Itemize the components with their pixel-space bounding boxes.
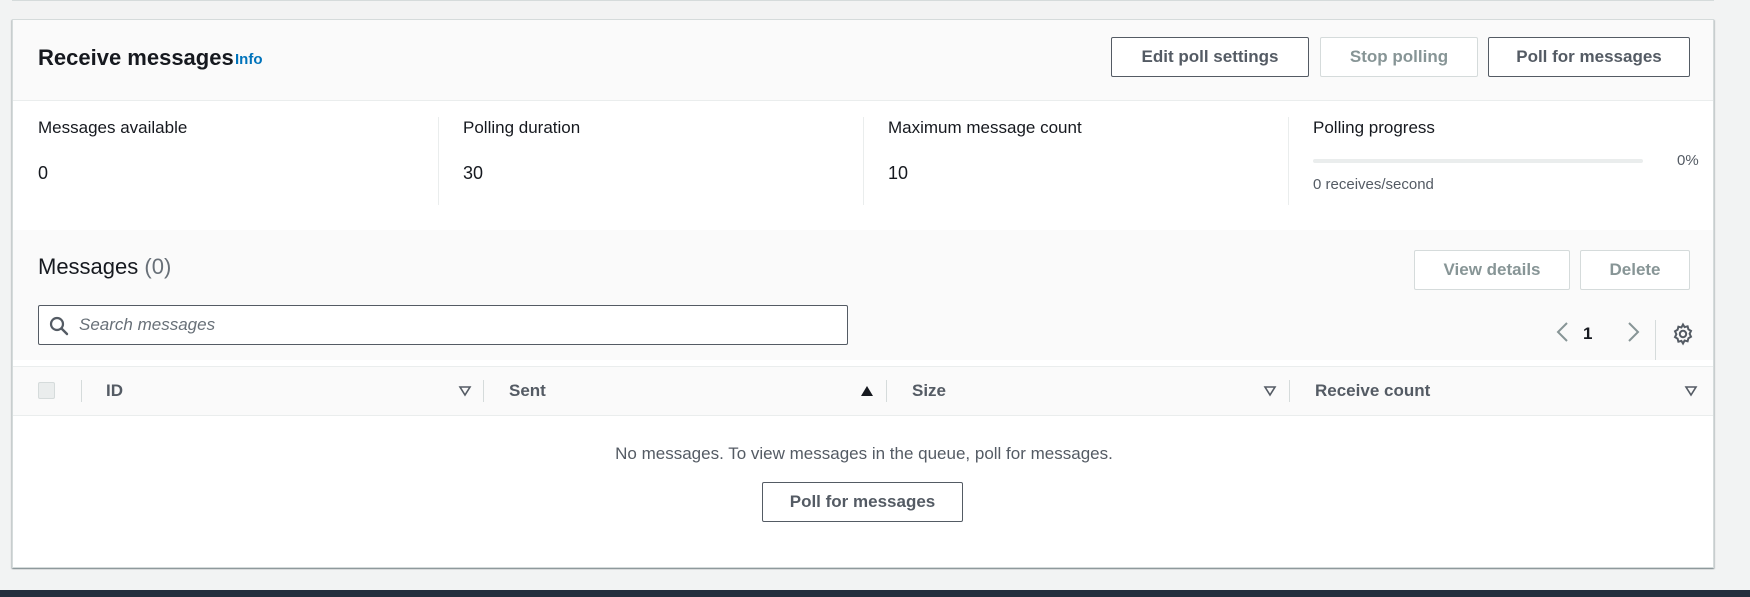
column-header-id[interactable]: ID [106,381,123,401]
caret-down-outline-icon[interactable] [1684,385,1698,397]
stop-polling-button[interactable]: Stop polling [1320,37,1478,77]
caret-down-outline-icon[interactable] [458,385,472,397]
column-header-size[interactable]: Size [912,381,946,401]
messages-title-label: Messages [38,254,139,279]
stat-value: 30 [463,163,484,183]
delete-button[interactable]: Delete [1580,250,1690,290]
polling-progress-bar [1313,159,1643,163]
gear-icon[interactable] [1671,322,1695,346]
stat-label: Maximum message count [888,118,1082,137]
column-header-sent[interactable]: Sent [509,381,546,401]
page-number[interactable]: 1 [1583,324,1592,344]
pager-divider [1655,320,1656,360]
stat-value: 0 [38,163,49,183]
stat-divider [863,117,864,205]
stat-label: Polling duration [463,118,581,137]
column-header-receive-count[interactable]: Receive count [1315,381,1430,401]
view-details-button[interactable]: View details [1414,250,1570,290]
chevron-left-icon[interactable] [1554,321,1572,343]
search-input[interactable] [79,306,839,344]
edit-poll-settings-button[interactable]: Edit poll settings [1111,37,1309,77]
stat-divider [438,117,439,205]
receive-messages-panel: Receive messages Info Edit poll settings… [12,19,1714,568]
caret-up-filled-icon[interactable] [860,385,874,397]
stat-label: Polling progress [1313,118,1435,137]
search-field[interactable] [38,305,848,345]
stat-label: Messages available [38,118,188,137]
info-link[interactable]: Info [235,51,263,68]
stat-divider [1288,117,1289,205]
page-title: Receive messages [38,45,234,70]
polling-progress-percent: 0% [1677,152,1699,169]
empty-state-poll-button[interactable]: Poll for messages [762,482,963,522]
column-divider [81,380,82,402]
column-divider [483,380,484,402]
stat-value: 10 [888,163,909,183]
messages-title: Messages (0) [38,254,171,280]
select-all-checkbox[interactable] [38,382,55,399]
messages-count: (0) [144,254,172,279]
caret-down-outline-icon[interactable] [1263,385,1277,397]
messages-table-header: ID Sent Size Receive count [13,366,1713,416]
footer-bar [0,590,1750,597]
empty-state-text: No messages. To view messages in the que… [615,444,1113,463]
top-divider [12,0,1714,1]
chevron-right-icon[interactable] [1624,321,1642,343]
poll-for-messages-button[interactable]: Poll for messages [1488,37,1690,77]
receive-messages-header: Receive messages Info Edit poll settings… [13,20,1713,101]
search-icon [49,316,69,336]
column-divider [1289,380,1290,402]
column-divider [886,380,887,402]
poll-stats: Messages available 0 Polling duration 30… [13,101,1713,230]
polling-rate: 0 receives/second [1313,176,1434,193]
